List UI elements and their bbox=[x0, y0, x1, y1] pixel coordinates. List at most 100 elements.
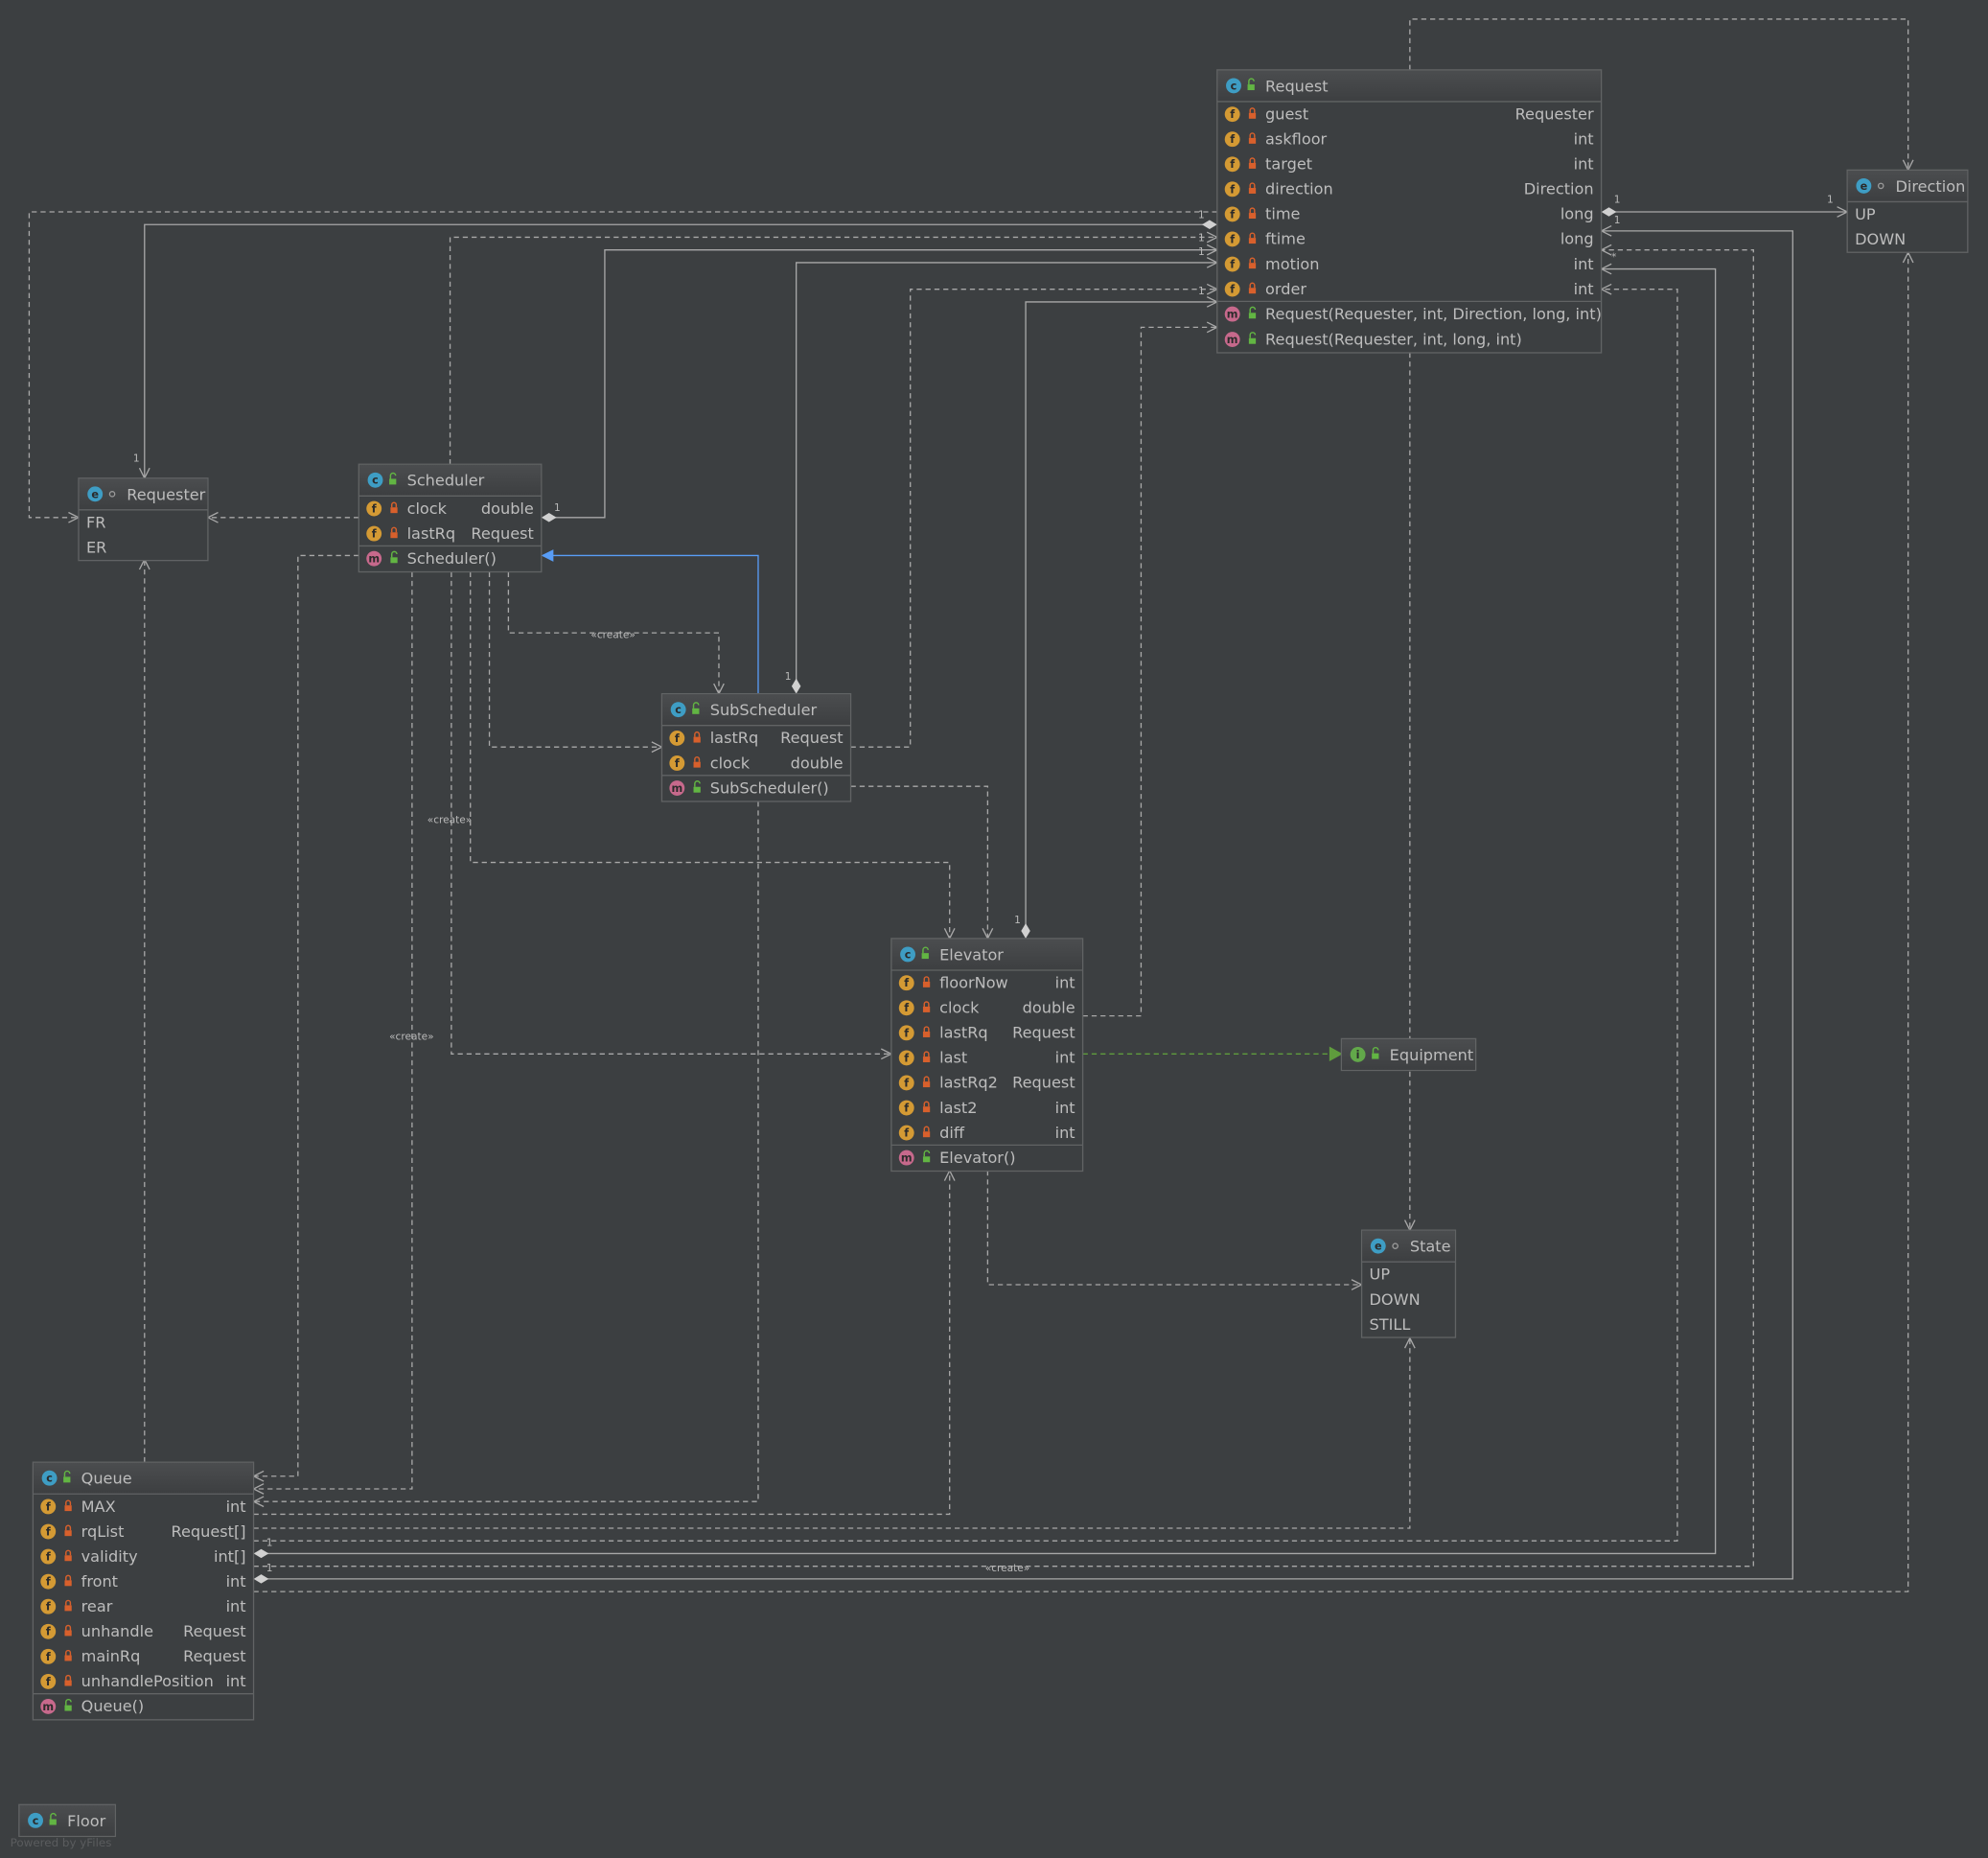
field-type: Request bbox=[183, 1647, 246, 1665]
field-name: lastRq bbox=[407, 524, 456, 543]
multiplicity-label: 1 bbox=[1614, 215, 1621, 226]
queue-class-box[interactable]: c Queue f MAX int f rqList Request[] f validity in… bbox=[32, 1461, 255, 1721]
field-name: motion bbox=[1265, 255, 1319, 273]
field-icon: f bbox=[40, 1548, 57, 1565]
field-type: double bbox=[481, 499, 534, 518]
svg-text:f: f bbox=[675, 732, 680, 745]
field-type: int bbox=[226, 1597, 246, 1615]
enum-constant: UP bbox=[1370, 1266, 1391, 1284]
field-name: rqList bbox=[81, 1522, 125, 1541]
class-icon: c bbox=[670, 702, 686, 718]
edge-subscheduler-request-dep bbox=[850, 290, 1217, 748]
field-type: Request bbox=[780, 729, 844, 747]
floor-class-box[interactable]: c Floor bbox=[18, 1803, 117, 1838]
field-name: last2 bbox=[939, 1099, 977, 1117]
create-stereotype-label: «create» bbox=[389, 1032, 434, 1043]
field-type: Requester bbox=[1515, 105, 1594, 123]
enum-constant: DOWN bbox=[1855, 230, 1906, 248]
field-name: floorNow bbox=[939, 974, 1008, 992]
svg-text:f: f bbox=[46, 1676, 51, 1688]
method-signature: Request(Requester, int, long, int) bbox=[1265, 330, 1522, 348]
edge-queue-front-request bbox=[255, 231, 1793, 1579]
edge-elevator-state bbox=[986, 1170, 1361, 1285]
svg-text:f: f bbox=[1230, 183, 1235, 196]
field-name: lastRq2 bbox=[939, 1074, 998, 1092]
direction-enum-box[interactable]: e Direction UP DOWN bbox=[1846, 169, 1969, 253]
class-name: Direction bbox=[1895, 177, 1965, 196]
field-icon: f bbox=[669, 755, 685, 771]
field-icon: f bbox=[40, 1673, 57, 1689]
svg-text:f: f bbox=[372, 502, 377, 515]
class-icon: c bbox=[28, 1812, 43, 1828]
field-type: long bbox=[1560, 205, 1594, 223]
svg-text:f: f bbox=[1230, 258, 1235, 270]
field-type: Direction bbox=[1524, 180, 1594, 198]
svg-text:f: f bbox=[1230, 108, 1235, 121]
svg-text:f: f bbox=[46, 1626, 51, 1638]
field-type: Request bbox=[1012, 1074, 1075, 1092]
request-class-box[interactable]: c Request f guest Requester f askfloor int f targ… bbox=[1216, 69, 1603, 354]
requester-enum-box[interactable]: e Requester FR ER bbox=[78, 477, 209, 562]
field-type: int bbox=[1574, 255, 1594, 273]
field-name: unhandle bbox=[81, 1622, 153, 1640]
field-type: double bbox=[791, 754, 844, 772]
multiplicity-label: 1 bbox=[133, 453, 140, 465]
class-name: Request bbox=[1265, 77, 1329, 95]
field-type: int bbox=[1574, 280, 1594, 298]
class-name: SubScheduler bbox=[710, 701, 818, 719]
enum-constant: FR bbox=[86, 513, 105, 531]
enum-icon: e bbox=[87, 486, 104, 502]
field-name: guest bbox=[1265, 105, 1308, 123]
scheduler-class-box[interactable]: c Scheduler f clock double f lastRq Request m Sch… bbox=[358, 463, 543, 573]
field-icon: f bbox=[40, 1598, 57, 1614]
elevator-class-box[interactable]: c Elevator f floorNow int f clock double f lastRq… bbox=[890, 938, 1084, 1173]
equipment-interface-box[interactable]: i Equipment bbox=[1340, 1037, 1477, 1072]
field-type: Request bbox=[1012, 1024, 1075, 1042]
field-icon: f bbox=[898, 1000, 914, 1016]
svg-text:f: f bbox=[904, 1002, 909, 1014]
field-name: last bbox=[939, 1049, 967, 1067]
svg-text:f: f bbox=[904, 1027, 909, 1039]
edge-scheduler-subscheduler-dep bbox=[488, 571, 662, 748]
svg-text:m: m bbox=[1227, 334, 1238, 346]
field-name: askfloor bbox=[1265, 130, 1328, 149]
edge-queue-create-request bbox=[253, 250, 1754, 1568]
field-name: lastRq bbox=[939, 1024, 988, 1042]
field-name: lastRq bbox=[710, 729, 759, 747]
field-type: int bbox=[1055, 1124, 1075, 1142]
svg-text:f: f bbox=[46, 1601, 51, 1614]
watermark: Powered by yFiles bbox=[11, 1836, 112, 1849]
svg-text:f: f bbox=[46, 1526, 51, 1539]
edge-scheduler-queue-1 bbox=[254, 554, 359, 1475]
class-name: Requester bbox=[127, 485, 205, 503]
svg-text:m: m bbox=[901, 1152, 913, 1165]
field-icon: f bbox=[898, 1075, 914, 1091]
method-icon: m bbox=[1224, 306, 1240, 322]
field-icon: f bbox=[40, 1623, 57, 1639]
multiplicity-label: 1 bbox=[1614, 195, 1621, 206]
state-enum-box[interactable]: e State UP DOWN STILL bbox=[1360, 1229, 1457, 1338]
svg-text:f: f bbox=[1230, 133, 1235, 146]
field-type: int bbox=[226, 1498, 246, 1516]
field-name: MAX bbox=[81, 1498, 116, 1516]
class-icon: c bbox=[1226, 78, 1241, 94]
field-icon: f bbox=[898, 1050, 914, 1066]
field-type: long bbox=[1560, 230, 1594, 248]
field-type: int bbox=[1574, 155, 1594, 174]
field-icon: f bbox=[366, 500, 382, 517]
field-icon: f bbox=[40, 1648, 57, 1664]
svg-text:f: f bbox=[1230, 208, 1235, 221]
create-stereotype-label: «create» bbox=[590, 629, 636, 640]
subscheduler-class-box[interactable]: c SubScheduler f lastRq Request f clock double m… bbox=[660, 692, 852, 802]
svg-text:f: f bbox=[675, 757, 680, 770]
class-name: Elevator bbox=[939, 945, 1004, 964]
class-name: Scheduler bbox=[407, 472, 485, 490]
field-type: int bbox=[1055, 1049, 1075, 1067]
field-type: double bbox=[1023, 999, 1075, 1017]
method-icon: m bbox=[898, 1150, 914, 1166]
field-icon: f bbox=[1224, 231, 1240, 247]
field-icon: f bbox=[40, 1573, 57, 1590]
field-icon: f bbox=[40, 1498, 57, 1515]
field-name: time bbox=[1265, 205, 1301, 223]
edge-scheduler-lastrq-request bbox=[543, 250, 1217, 518]
